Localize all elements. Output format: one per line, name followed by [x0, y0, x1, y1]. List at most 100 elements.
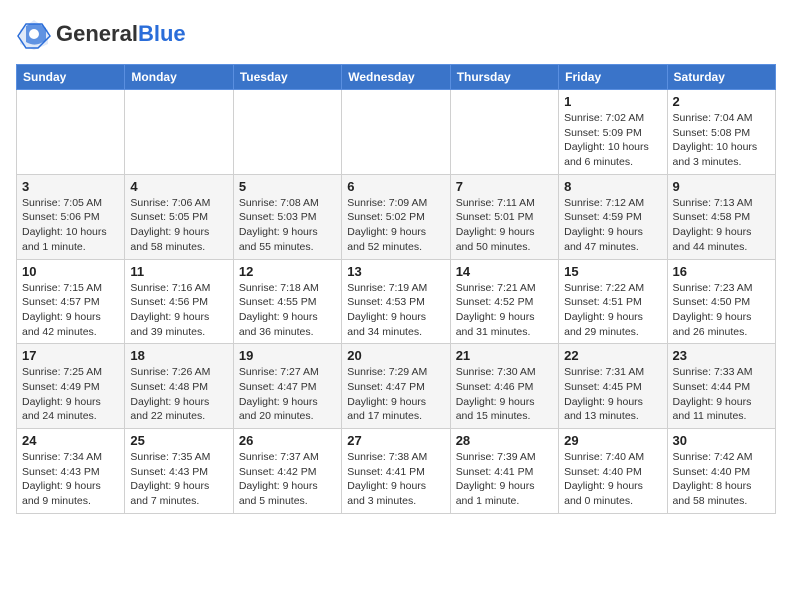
day-info: Sunrise: 7:37 AMSunset: 4:42 PMDaylight:…: [239, 450, 336, 509]
day-cell: 7Sunrise: 7:11 AMSunset: 5:01 PMDaylight…: [450, 174, 558, 259]
day-cell: 24 Sunrise: 7:34 AMSunset: 4:43 PMDayligh…: [17, 429, 125, 514]
day-number: 14: [456, 264, 553, 279]
day-number: 27: [347, 433, 444, 448]
day-cell: 18Sunrise: 7:26 AMSunset: 4:48 PMDayligh…: [125, 344, 233, 429]
day-info: Sunrise: 7:22 AMSunset: 4:51 PMDaylight:…: [564, 281, 661, 340]
day-info: Sunrise: 7:16 AMSunset: 4:56 PMDaylight:…: [130, 281, 227, 340]
day-number: 3: [22, 179, 119, 194]
day-info: Sunrise: 7:31 AMSunset: 4:45 PMDaylight:…: [564, 365, 661, 424]
day-info: Sunrise: 7:23 AMSunset: 4:50 PMDaylight:…: [673, 281, 770, 340]
day-cell: 4Sunrise: 7:06 AMSunset: 5:05 PMDaylight…: [125, 174, 233, 259]
day-info: Sunrise: 7:08 AMSunset: 5:03 PMDaylight:…: [239, 196, 336, 255]
day-info: Sunrise: 7:15 AMSunset: 4:57 PMDaylight:…: [22, 281, 119, 340]
day-info: Sunrise: 7:27 AMSunset: 4:47 PMDaylight:…: [239, 365, 336, 424]
logo: GeneralBlue: [16, 16, 186, 52]
week-row-4: 17 Sunrise: 7:25 AMSunset: 4:49 PMDayligh…: [17, 344, 776, 429]
logo-text: GeneralBlue: [56, 22, 186, 46]
day-number: 16: [673, 264, 770, 279]
day-number: 10: [22, 264, 119, 279]
day-info: Sunrise: 7:05 AMSunset: 5:06 PMDaylight:…: [22, 196, 119, 255]
day-info: Sunrise: 7:21 AMSunset: 4:52 PMDaylight:…: [456, 281, 553, 340]
week-row-3: 10 Sunrise: 7:15 AMSunset: 4:57 PMDayligh…: [17, 259, 776, 344]
column-header-monday: Monday: [125, 65, 233, 90]
day-cell: 22 Sunrise: 7:31 AMSunset: 4:45 PMDayligh…: [559, 344, 667, 429]
day-cell: 21Sunrise: 7:30 AMSunset: 4:46 PMDayligh…: [450, 344, 558, 429]
day-cell: [450, 90, 558, 175]
day-cell: 14 Sunrise: 7:21 AMSunset: 4:52 PMDayligh…: [450, 259, 558, 344]
column-header-thursday: Thursday: [450, 65, 558, 90]
day-cell: [342, 90, 450, 175]
day-info: Sunrise: 7:04 AMSunset: 5:08 PMDaylight:…: [673, 111, 770, 170]
day-info: Sunrise: 7:39 AMSunset: 4:41 PMDaylight:…: [456, 450, 553, 509]
day-info: Sunrise: 7:25 AMSunset: 4:49 PMDaylight:…: [22, 365, 119, 424]
calendar-header-row: SundayMondayTuesdayWednesdayThursdayFrid…: [17, 65, 776, 90]
day-number: 4: [130, 179, 227, 194]
day-number: 9: [673, 179, 770, 194]
day-cell: 15 Sunrise: 7:22 AMSunset: 4:51 PMDayligh…: [559, 259, 667, 344]
day-cell: 20 Sunrise: 7:29 AMSunset: 4:47 PMDayligh…: [342, 344, 450, 429]
day-info: Sunrise: 7:12 AMSunset: 4:59 PMDaylight:…: [564, 196, 661, 255]
day-number: 28: [456, 433, 553, 448]
day-number: 23: [673, 348, 770, 363]
header: GeneralBlue: [16, 16, 776, 52]
column-header-friday: Friday: [559, 65, 667, 90]
day-cell: 17 Sunrise: 7:25 AMSunset: 4:49 PMDayligh…: [17, 344, 125, 429]
day-info: Sunrise: 7:09 AMSunset: 5:02 PMDaylight:…: [347, 196, 444, 255]
day-cell: 26 Sunrise: 7:37 AMSunset: 4:42 PMDayligh…: [233, 429, 341, 514]
column-header-saturday: Saturday: [667, 65, 775, 90]
day-info: Sunrise: 7:19 AMSunset: 4:53 PMDaylight:…: [347, 281, 444, 340]
day-number: 5: [239, 179, 336, 194]
day-info: Sunrise: 7:02 AMSunset: 5:09 PMDaylight:…: [564, 111, 661, 170]
day-info: Sunrise: 7:38 AMSunset: 4:41 PMDaylight:…: [347, 450, 444, 509]
day-cell: 13 Sunrise: 7:19 AMSunset: 4:53 PMDayligh…: [342, 259, 450, 344]
day-cell: 9 Sunrise: 7:13 AMSunset: 4:58 PMDaylight…: [667, 174, 775, 259]
calendar: SundayMondayTuesdayWednesdayThursdayFrid…: [16, 64, 776, 514]
day-number: 18: [130, 348, 227, 363]
day-info: Sunrise: 7:34 AMSunset: 4:43 PMDaylight:…: [22, 450, 119, 509]
day-cell: 23Sunrise: 7:33 AMSunset: 4:44 PMDayligh…: [667, 344, 775, 429]
day-info: Sunrise: 7:42 AMSunset: 4:40 PMDaylight:…: [673, 450, 770, 509]
day-info: Sunrise: 7:13 AMSunset: 4:58 PMDaylight:…: [673, 196, 770, 255]
day-number: 19: [239, 348, 336, 363]
day-cell: [125, 90, 233, 175]
day-info: Sunrise: 7:18 AMSunset: 4:55 PMDaylight:…: [239, 281, 336, 340]
day-info: Sunrise: 7:11 AMSunset: 5:01 PMDaylight:…: [456, 196, 553, 255]
week-row-2: 3 Sunrise: 7:05 AMSunset: 5:06 PMDaylight…: [17, 174, 776, 259]
day-cell: 11 Sunrise: 7:16 AMSunset: 4:56 PMDayligh…: [125, 259, 233, 344]
day-number: 30: [673, 433, 770, 448]
day-number: 11: [130, 264, 227, 279]
day-number: 17: [22, 348, 119, 363]
day-cell: 3 Sunrise: 7:05 AMSunset: 5:06 PMDaylight…: [17, 174, 125, 259]
day-number: 29: [564, 433, 661, 448]
column-header-sunday: Sunday: [17, 65, 125, 90]
day-cell: [17, 90, 125, 175]
day-cell: 29Sunrise: 7:40 AMSunset: 4:40 PMDayligh…: [559, 429, 667, 514]
day-number: 26: [239, 433, 336, 448]
day-cell: 10 Sunrise: 7:15 AMSunset: 4:57 PMDayligh…: [17, 259, 125, 344]
day-number: 20: [347, 348, 444, 363]
day-cell: 19 Sunrise: 7:27 AMSunset: 4:47 PMDayligh…: [233, 344, 341, 429]
day-cell: [233, 90, 341, 175]
day-info: Sunrise: 7:29 AMSunset: 4:47 PMDaylight:…: [347, 365, 444, 424]
column-header-tuesday: Tuesday: [233, 65, 341, 90]
logo-blue: Blue: [138, 21, 186, 46]
day-cell: 6Sunrise: 7:09 AMSunset: 5:02 PMDaylight…: [342, 174, 450, 259]
day-cell: 1 Sunrise: 7:02 AMSunset: 5:09 PMDaylight…: [559, 90, 667, 175]
day-cell: 30 Sunrise: 7:42 AMSunset: 4:40 PMDayligh…: [667, 429, 775, 514]
day-cell: 12 Sunrise: 7:18 AMSunset: 4:55 PMDayligh…: [233, 259, 341, 344]
day-number: 1: [564, 94, 661, 109]
day-number: 2: [673, 94, 770, 109]
week-row-5: 24 Sunrise: 7:34 AMSunset: 4:43 PMDayligh…: [17, 429, 776, 514]
day-number: 15: [564, 264, 661, 279]
day-cell: 8 Sunrise: 7:12 AMSunset: 4:59 PMDaylight…: [559, 174, 667, 259]
day-info: Sunrise: 7:35 AMSunset: 4:43 PMDaylight:…: [130, 450, 227, 509]
week-row-1: 1 Sunrise: 7:02 AMSunset: 5:09 PMDaylight…: [17, 90, 776, 175]
day-number: 22: [564, 348, 661, 363]
day-number: 13: [347, 264, 444, 279]
day-number: 8: [564, 179, 661, 194]
day-cell: 16 Sunrise: 7:23 AMSunset: 4:50 PMDayligh…: [667, 259, 775, 344]
day-number: 24: [22, 433, 119, 448]
day-number: 25: [130, 433, 227, 448]
day-cell: 27 Sunrise: 7:38 AMSunset: 4:41 PMDayligh…: [342, 429, 450, 514]
day-number: 12: [239, 264, 336, 279]
